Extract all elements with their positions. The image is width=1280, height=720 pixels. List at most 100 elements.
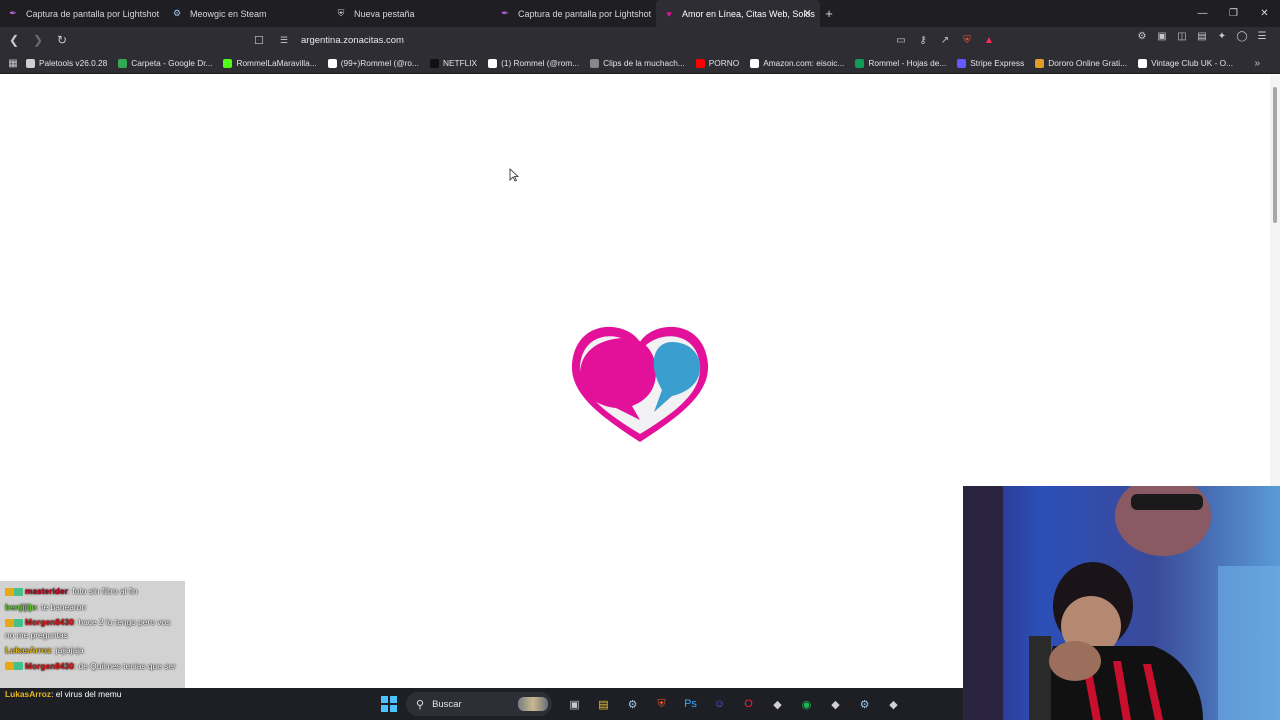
- tab-manager-icon[interactable]: ▤: [1192, 31, 1212, 42]
- address-bar[interactable]: ☐ ☰ argentina.zonacitas.com ▭ ⚷ ↗ ⛨ ▲: [254, 30, 1000, 50]
- bookmark-favicon-icon: [1138, 58, 1148, 68]
- chat-badge-icon: [5, 662, 23, 671]
- wallet-icon[interactable]: ▣: [1152, 31, 1172, 42]
- minimize-icon[interactable]: —: [1187, 0, 1218, 27]
- browser-tab[interactable]: ✒ Captura de pantalla por Lightshot: [0, 0, 164, 27]
- chat-text: el virus del memu: [55, 689, 122, 699]
- bookmark-label: PORNO: [708, 58, 740, 68]
- bookmark-favicon-icon: [590, 58, 600, 68]
- bookmark-favicon-icon: [695, 58, 705, 68]
- vpn-icon[interactable]: ◯: [1232, 31, 1252, 42]
- bookmark-label: Clips de la muchach...: [603, 58, 685, 68]
- feather-icon: ✒: [9, 8, 17, 18]
- bookmarks-bar: ▦ Paletools v26.0.28 Carpeta - Google Dr.…: [0, 53, 1280, 74]
- bookmark-item[interactable]: Vintage Club UK - O...: [1138, 58, 1233, 68]
- chat-message: masterider: foto sin filtro al fin: [5, 585, 180, 598]
- bookmark-item[interactable]: (99+)Rommel (@ro...: [327, 58, 419, 68]
- task-view-icon[interactable]: ▣: [560, 694, 589, 714]
- chat-username: Morgen8430: [25, 617, 74, 627]
- sidebar-icon[interactable]: ◫: [1172, 31, 1192, 42]
- app-icon[interactable]: ◆: [763, 694, 792, 714]
- bookmark-label: NETFLIX: [442, 58, 478, 68]
- opera-icon[interactable]: O: [734, 694, 763, 714]
- chat-username: LukasArroz: [5, 645, 52, 655]
- mouse-cursor-icon: [509, 168, 519, 182]
- taskbar-apps: ▣ ▤ ⚙ ⛨ Ps ☺ O ◆ ◉ ◆ ⚙ ◆: [560, 694, 908, 714]
- discord-icon[interactable]: ☺: [705, 694, 734, 714]
- bookmark-item[interactable]: RommelLaMaravilla...: [223, 58, 317, 68]
- browser-tab[interactable]: ⚙ Meowgic en Steam: [164, 0, 328, 27]
- chat-username: benjijijo: [5, 601, 37, 612]
- chat-text: foto sin filtro al fin: [72, 586, 138, 596]
- steam-icon[interactable]: ⚙: [850, 694, 879, 714]
- chat-username: Morgen8430: [25, 660, 74, 671]
- bookmark-favicon-icon: [429, 58, 439, 68]
- windows-start-icon[interactable]: [381, 696, 397, 712]
- brave-shields-icon[interactable]: ⛨: [956, 35, 978, 46]
- chat-last-message: LukasArroz: el virus del memu: [5, 689, 122, 699]
- close-window-icon[interactable]: ✕: [1249, 0, 1280, 27]
- bookmark-favicon-icon: [327, 58, 337, 68]
- extensions-icon[interactable]: ⚙: [1132, 31, 1152, 42]
- bookmark-item[interactable]: Amazon.com: eisoic...: [750, 58, 844, 68]
- forward-icon[interactable]: ❯: [28, 33, 48, 47]
- bookmark-favicon-icon: [855, 58, 865, 68]
- url-text[interactable]: argentina.zonacitas.com: [301, 35, 404, 46]
- bookmark-item[interactable]: Rommel - Hojas de...: [855, 58, 946, 68]
- window-controls: — ❐ ✕: [1187, 0, 1280, 27]
- bookmark-label: Carpeta - Google Dr...: [131, 58, 213, 68]
- taskbar-search[interactable]: ⚲ Buscar: [406, 692, 552, 716]
- bookmark-favicon-icon: [1035, 58, 1045, 68]
- tab-title: Captura de pantalla por Lightshot: [26, 8, 160, 19]
- steam-icon[interactable]: ⚙: [618, 694, 647, 714]
- photoshop-icon[interactable]: Ps: [676, 694, 705, 714]
- cast-icon[interactable]: ▭: [890, 35, 912, 46]
- bookmark-item[interactable]: PORNO: [695, 58, 740, 68]
- bookmark-item[interactable]: (1) Rommel (@rom...: [488, 58, 579, 68]
- chat-text: te banearon: [41, 601, 87, 612]
- browser-tab[interactable]: ♥ Amor en Línea, Citas Web, Solos ✕: [656, 0, 820, 27]
- close-tab-icon[interactable]: ✕: [803, 7, 812, 20]
- file-explorer-icon[interactable]: ▤: [589, 694, 618, 714]
- browser-tab[interactable]: ⛨ Nueva pestaña: [328, 0, 492, 27]
- browser-tab[interactable]: ✒ Captura de pantalla por Lightshot: [492, 0, 656, 27]
- share-icon[interactable]: ↗: [934, 35, 956, 46]
- bookmark-item[interactable]: Dororo Online Grati...: [1035, 58, 1127, 68]
- bookmark-favicon-icon: [750, 58, 760, 68]
- bookmark-label: Dororo Online Grati...: [1048, 58, 1128, 68]
- spotify-icon[interactable]: ◉: [792, 694, 821, 714]
- search-highlight-image: [518, 697, 548, 711]
- bookmark-favicon-icon: [223, 58, 233, 68]
- brave-rewards-icon[interactable]: ▲: [978, 35, 1000, 46]
- webcam-overlay: [963, 486, 1280, 720]
- restore-icon[interactable]: ❐: [1218, 0, 1249, 27]
- back-icon[interactable]: ❮: [4, 33, 24, 47]
- tab-title: Nueva pestaña: [354, 8, 415, 19]
- bookmark-favicon-icon: [957, 58, 967, 68]
- app-icon[interactable]: ◆: [821, 694, 850, 714]
- chat-badge-icon: [5, 618, 23, 627]
- bookmark-item[interactable]: NETFLIX: [429, 58, 478, 68]
- bookmark-item[interactable]: Clips de la muchach...: [590, 58, 685, 68]
- search-icon: ⚲: [416, 698, 425, 711]
- apps-grid-icon[interactable]: ▦: [0, 58, 26, 69]
- chat-message: LukasArroz: jajjajaja: [5, 645, 84, 655]
- key-icon[interactable]: ⚷: [912, 35, 934, 46]
- scrollbar-thumb[interactable]: [1273, 87, 1277, 223]
- bookmarks-overflow-icon[interactable]: »: [1254, 58, 1260, 69]
- bookmark-item[interactable]: Stripe Express: [957, 58, 1024, 68]
- app-icon[interactable]: ◆: [879, 694, 908, 714]
- site-info-icon[interactable]: ☰: [280, 35, 294, 46]
- menu-icon[interactable]: ☰: [1252, 31, 1272, 42]
- bookmark-item[interactable]: Paletools v26.0.28: [26, 58, 107, 68]
- zonacitas-logo-icon: [571, 326, 709, 442]
- bookmark-label: Paletools v26.0.28: [39, 58, 108, 68]
- bookmark-label: Vintage Club UK - O...: [1151, 58, 1234, 68]
- new-tab-icon[interactable]: +: [820, 6, 838, 21]
- leo-ai-icon[interactable]: ✦: [1212, 31, 1232, 42]
- bookmark-icon[interactable]: ☐: [254, 34, 268, 47]
- tab-title: Meowgic en Steam: [190, 8, 267, 19]
- reload-icon[interactable]: ↻: [52, 33, 72, 47]
- bookmark-item[interactable]: Carpeta - Google Dr...: [118, 58, 212, 68]
- brave-icon[interactable]: ⛨: [647, 694, 676, 714]
